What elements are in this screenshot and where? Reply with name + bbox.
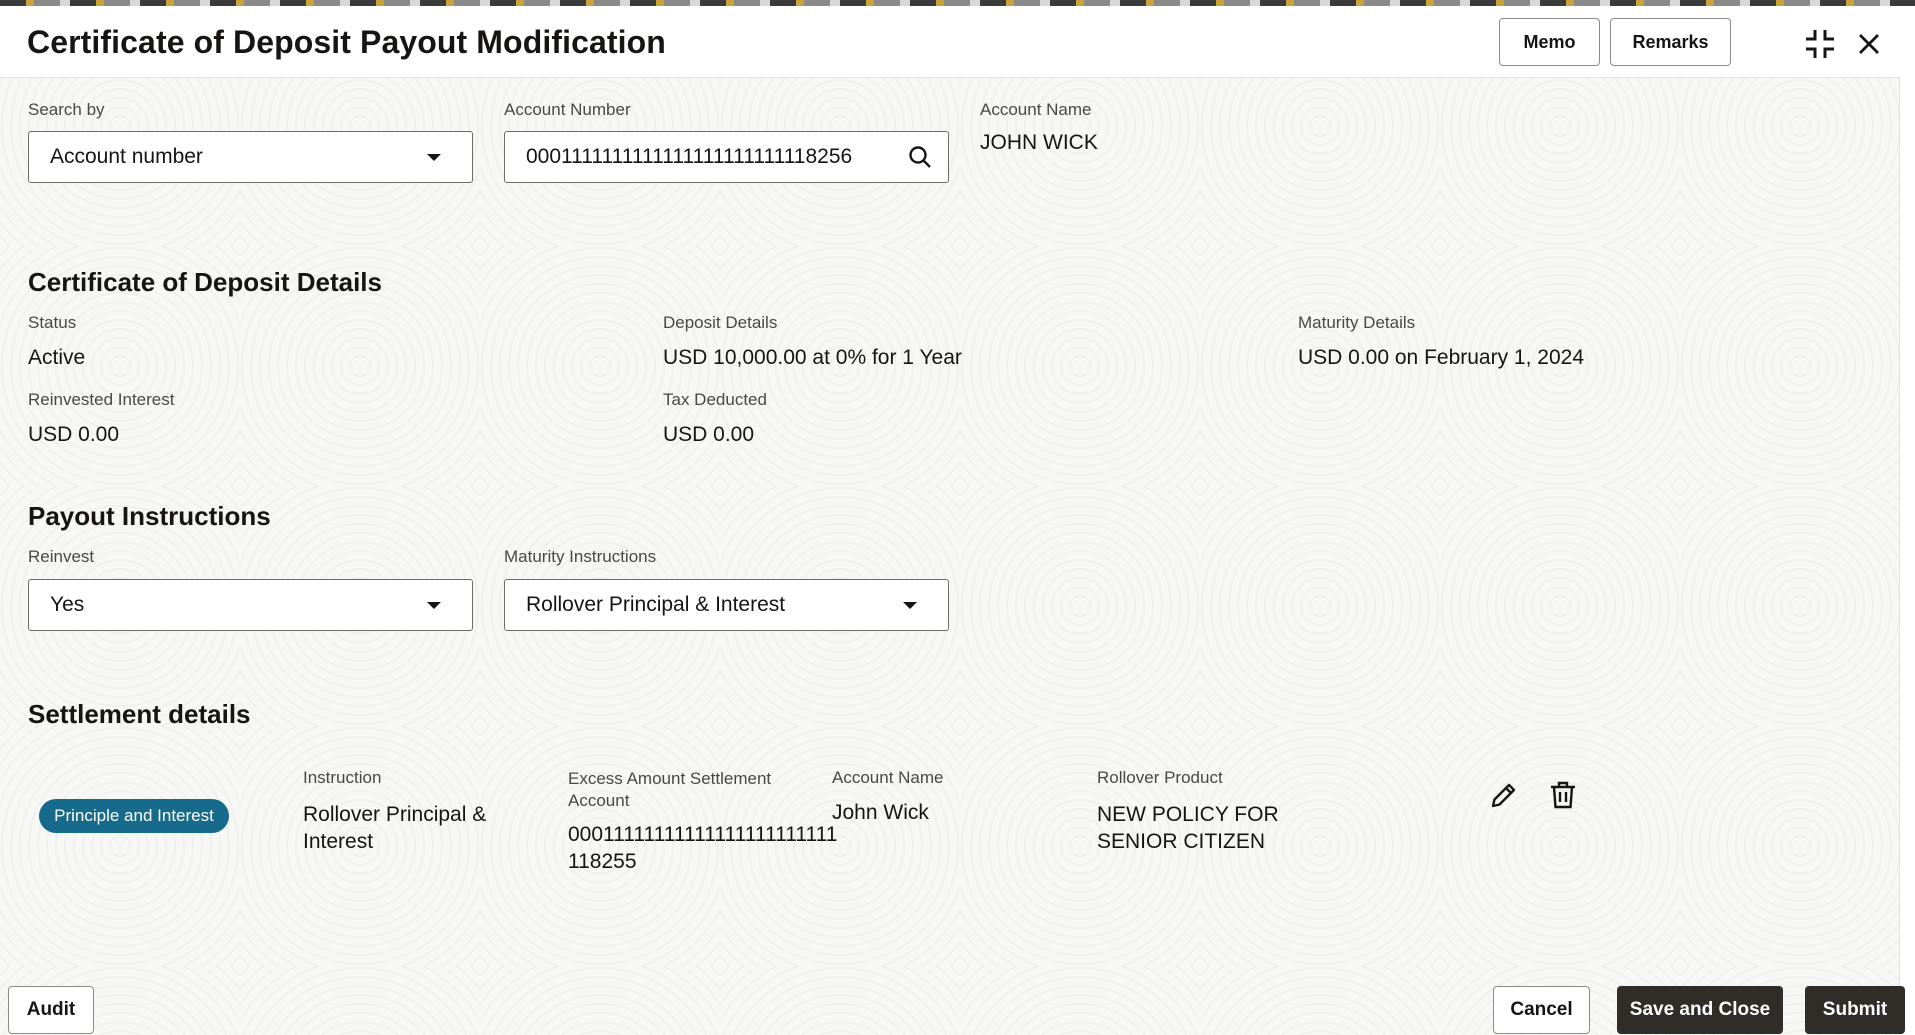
reinvest-value: Yes — [50, 593, 85, 616]
status-value: Active — [28, 346, 86, 369]
excess-settlement-account-label: Excess Amount Settlement Account — [568, 768, 771, 812]
maturity-details-label: Maturity Details — [1298, 313, 1416, 332]
remarks-button[interactable]: Remarks — [1610, 18, 1731, 66]
chevron-down-icon — [427, 153, 441, 161]
search-icon[interactable] — [906, 143, 934, 171]
settlement-type-badge: Principle and Interest — [39, 799, 229, 833]
instruction-value-line: Rollover Principal & — [303, 803, 487, 826]
maturity-instructions-label: Maturity Instructions — [504, 547, 657, 566]
settlement-account-name-label: Account Name — [832, 768, 944, 787]
rollover-product-label: Rollover Product — [1097, 768, 1223, 787]
search-by-value: Account number — [50, 145, 203, 168]
tax-deducted-label: Tax Deducted — [663, 390, 767, 409]
save-and-close-button[interactable]: Save and Close — [1617, 986, 1783, 1034]
instruction-value: Rollover Principal & Interest — [303, 801, 486, 855]
account-name-value: JOHN WICK — [980, 131, 1098, 154]
label-line: Account — [568, 791, 630, 810]
pencil-icon[interactable] — [1486, 777, 1522, 813]
reinvest-label: Reinvest — [28, 547, 95, 566]
modal-window: Certificate of Deposit Payout Modificati… — [0, 6, 1905, 1035]
deposit-details-label: Deposit Details — [663, 313, 778, 332]
submit-button[interactable]: Submit — [1805, 986, 1905, 1034]
cancel-button[interactable]: Cancel — [1493, 986, 1590, 1034]
instruction-value-line: Interest — [303, 830, 374, 853]
deposit-details-value: USD 10,000.00 at 0% for 1 Year — [663, 346, 962, 369]
status-label: Status — [28, 313, 77, 332]
chevron-down-icon — [427, 601, 441, 609]
collapse-icon[interactable] — [1802, 26, 1838, 62]
search-by-select[interactable]: Account number — [28, 131, 473, 183]
maturity-instructions-value: Rollover Principal & Interest — [526, 593, 786, 616]
reinvested-interest-label: Reinvested Interest — [28, 390, 175, 409]
value-line: SENIOR CITIZEN — [1097, 830, 1266, 853]
close-icon[interactable] — [1851, 26, 1887, 62]
trash-icon[interactable] — [1545, 777, 1581, 813]
tax-deducted-value: USD 0.00 — [663, 423, 755, 446]
settlement-account-name-value: John Wick — [832, 801, 929, 824]
account-name-label: Account Name — [980, 100, 1092, 119]
chevron-down-icon — [903, 601, 917, 609]
excess-settlement-account-value: 00011111111111111111111111 118255 — [568, 821, 837, 875]
page-title: Certificate of Deposit Payout Modificati… — [27, 24, 666, 60]
maturity-instructions-select[interactable]: Rollover Principal & Interest — [504, 579, 949, 631]
account-number-input[interactable]: 0001111111111111111111111118256 — [504, 131, 949, 183]
value-line: 118255 — [568, 850, 637, 873]
search-by-label: Search by — [28, 100, 105, 119]
value-line: NEW POLICY FOR — [1097, 803, 1279, 826]
memo-button[interactable]: Memo — [1499, 18, 1600, 66]
settlement-details-title: Settlement details — [28, 699, 251, 729]
value-line: 00011111111111111111111111 — [568, 823, 838, 846]
maturity-details-value: USD 0.00 on February 1, 2024 — [1298, 346, 1585, 369]
audit-button[interactable]: Audit — [8, 986, 94, 1034]
account-number-value: 0001111111111111111111111118256 — [526, 145, 853, 168]
label-line: Excess Amount Settlement — [568, 769, 772, 788]
rollover-product-value: NEW POLICY FOR SENIOR CITIZEN — [1097, 801, 1279, 855]
account-number-label: Account Number — [504, 100, 631, 119]
instruction-label: Instruction — [303, 768, 382, 787]
header-bar: Certificate of Deposit Payout Modificati… — [0, 6, 1900, 78]
cd-details-title: Certificate of Deposit Details — [28, 267, 382, 297]
reinvest-select[interactable]: Yes — [28, 579, 473, 631]
payout-instructions-title: Payout Instructions — [28, 501, 271, 531]
reinvested-interest-value: USD 0.00 — [28, 423, 120, 446]
